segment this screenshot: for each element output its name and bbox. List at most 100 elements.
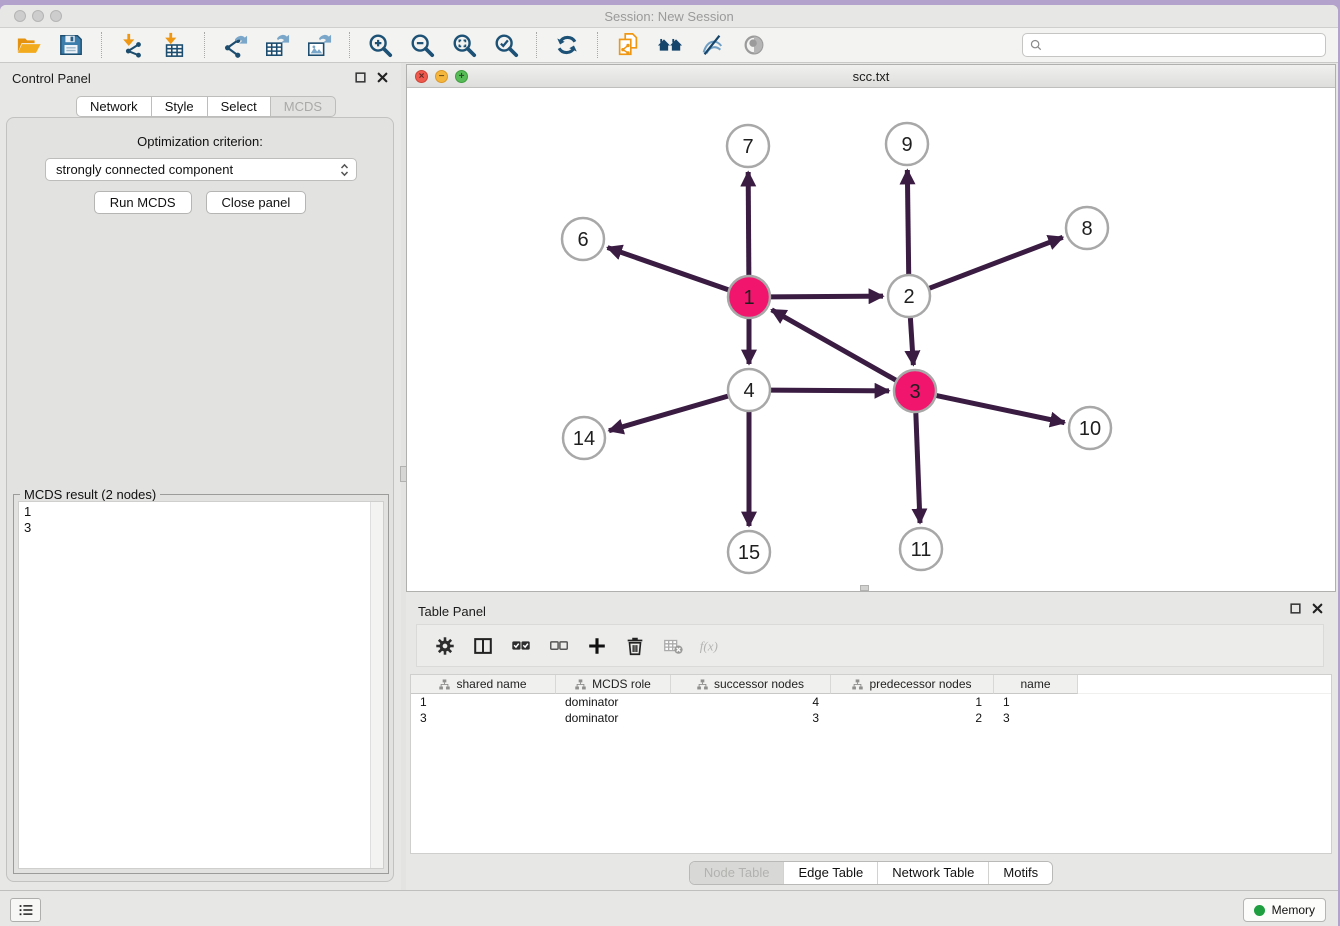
search-input[interactable] <box>1043 37 1319 53</box>
unselect-all-icon[interactable] <box>547 634 570 657</box>
graph-node-11[interactable]: 11 <box>900 528 942 570</box>
svg-text:6: 6 <box>577 229 588 251</box>
column-header-MCDS-role[interactable]: MCDS role <box>556 675 671 694</box>
close-panel-icon[interactable] <box>376 71 389 84</box>
graph-node-7[interactable]: 7 <box>727 125 769 167</box>
table-cell[interactable]: 3 <box>994 710 1078 726</box>
zoom-in-icon[interactable] <box>364 30 396 60</box>
graph-node-1[interactable]: 1 <box>728 276 770 318</box>
table-row[interactable]: 3dominator323 <box>411 710 1331 726</box>
task-history-button[interactable] <box>10 898 41 922</box>
float-panel-icon[interactable] <box>354 71 367 84</box>
columns-icon[interactable] <box>471 634 494 657</box>
zoom-selected-icon[interactable] <box>490 30 522 60</box>
tree-icon <box>439 679 450 690</box>
table-cell[interactable]: dominator <box>556 710 671 726</box>
home-icon[interactable] <box>654 30 686 60</box>
graph-edge-1-6[interactable] <box>608 248 729 290</box>
table-tab-strip: Node TableEdge TableNetwork TableMotifs <box>406 861 1336 885</box>
tab-edge-table[interactable]: Edge Table <box>783 862 877 884</box>
export-network-icon[interactable] <box>219 30 251 60</box>
table-toolbar: f(x) <box>416 624 1324 667</box>
tab-network[interactable]: Network <box>76 96 151 117</box>
gear-icon[interactable] <box>433 634 456 657</box>
add-icon[interactable] <box>585 634 608 657</box>
column-label: shared name <box>456 677 526 691</box>
mcds-result-groupbox: MCDS result (2 nodes) 13 <box>13 494 389 874</box>
graph-node-14[interactable]: 14 <box>563 417 605 459</box>
table-cell[interactable]: 3 <box>671 710 831 726</box>
trash-icon[interactable] <box>623 634 646 657</box>
close-panel-button[interactable]: Close panel <box>206 191 307 214</box>
refresh-icon[interactable] <box>551 30 583 60</box>
horizontal-splitter-handle[interactable] <box>860 585 869 591</box>
zoom-out-icon[interactable] <box>406 30 438 60</box>
save-icon[interactable] <box>55 30 87 60</box>
memory-button[interactable]: Memory <box>1243 898 1326 922</box>
import-table-icon[interactable] <box>158 30 190 60</box>
tab-node-table[interactable]: Node Table <box>690 862 784 884</box>
duplicate-network-icon[interactable] <box>612 30 644 60</box>
table-cell[interactable]: 3 <box>411 710 556 726</box>
graph-edge-2-9[interactable] <box>907 170 908 274</box>
mcds-result-list[interactable]: 13 <box>18 501 384 869</box>
export-image-icon[interactable] <box>303 30 335 60</box>
import-network-icon[interactable] <box>116 30 148 60</box>
table-cell[interactable]: dominator <box>556 694 671 710</box>
optimization-criterion-label: Optimization criterion: <box>7 134 393 149</box>
column-header-name[interactable]: name <box>994 675 1078 694</box>
graph-node-6[interactable]: 6 <box>562 218 604 260</box>
node-table: shared name MCDS rolesuccessor nodes prede… <box>410 674 1332 854</box>
graph-node-4[interactable]: 4 <box>728 369 770 411</box>
zoom-fit-icon[interactable] <box>448 30 480 60</box>
table-cell[interactable]: 1 <box>411 694 556 710</box>
tab-style[interactable]: Style <box>151 96 207 117</box>
optimization-criterion-select[interactable]: strongly connected component <box>45 158 357 181</box>
table-cell[interactable]: 2 <box>831 710 994 726</box>
network-graph[interactable]: 1 2 3 4 6 7 8 9 10 11 14 15 <box>407 88 1335 591</box>
graph-edge-4-14[interactable] <box>609 396 728 431</box>
result-scrollbar[interactable] <box>370 502 383 868</box>
window-title: Session: New Session <box>0 9 1338 24</box>
run-mcds-button[interactable]: Run MCDS <box>94 191 192 214</box>
table-row[interactable]: 1dominator411 <box>411 694 1331 710</box>
graph-node-3[interactable]: 3 <box>894 370 936 412</box>
column-label: predecessor nodes <box>869 677 971 691</box>
toolbar-separator <box>349 32 350 58</box>
graph-edge-3-11[interactable] <box>916 413 920 523</box>
graph-edge-3-10[interactable] <box>937 396 1065 423</box>
graph-edge-1-2[interactable] <box>771 296 883 297</box>
graph-node-8[interactable]: 8 <box>1066 207 1108 249</box>
graph-node-9[interactable]: 9 <box>886 123 928 165</box>
show-details-icon[interactable] <box>738 30 770 60</box>
status-bar: Memory <box>0 890 1338 926</box>
graph-edge-3-1[interactable] <box>772 310 896 380</box>
main-titlebar: Session: New Session <box>0 5 1338 28</box>
table-cell[interactable]: 1 <box>831 694 994 710</box>
tab-motifs[interactable]: Motifs <box>988 862 1052 884</box>
column-header-shared-name[interactable]: shared name <box>411 675 556 694</box>
graph-node-2[interactable]: 2 <box>888 275 930 317</box>
select-all-icon[interactable] <box>509 634 532 657</box>
table-cell[interactable]: 4 <box>671 694 831 710</box>
export-table-icon[interactable] <box>261 30 293 60</box>
control-panel-title: Control Panel <box>12 71 91 86</box>
graph-edge-4-3[interactable] <box>771 390 889 391</box>
column-header-predecessor-nodes[interactable]: predecessor nodes <box>831 675 994 694</box>
float-table-panel-icon[interactable] <box>1289 602 1302 615</box>
tab-network-table[interactable]: Network Table <box>877 862 988 884</box>
svg-text:14: 14 <box>573 428 595 450</box>
graph-edge-1-7[interactable] <box>748 172 749 275</box>
column-header-successor-nodes[interactable]: successor nodes <box>671 675 831 694</box>
graph-node-15[interactable]: 15 <box>728 531 770 573</box>
graph-edge-2-8[interactable] <box>930 237 1063 288</box>
close-table-panel-icon[interactable] <box>1311 602 1324 615</box>
hide-details-icon[interactable] <box>696 30 728 60</box>
tab-select[interactable]: Select <box>207 96 270 117</box>
table-cell[interactable]: 1 <box>994 694 1078 710</box>
tab-mcds[interactable]: MCDS <box>270 96 336 117</box>
graph-node-10[interactable]: 10 <box>1069 407 1111 449</box>
toolbar-separator <box>204 32 205 58</box>
graph-edge-2-3[interactable] <box>910 318 913 365</box>
open-folder-icon[interactable] <box>13 30 45 60</box>
